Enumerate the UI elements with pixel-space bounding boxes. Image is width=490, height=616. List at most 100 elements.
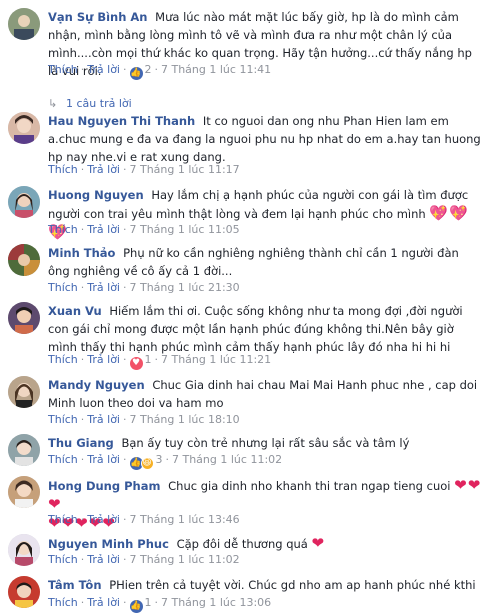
separator: · (154, 63, 159, 76)
like-button[interactable]: Thích (48, 413, 78, 426)
reply-button[interactable]: Trả lời (87, 453, 120, 466)
like-button[interactable]: Thích (48, 553, 78, 566)
avatar[interactable] (8, 534, 40, 566)
comment-author[interactable]: Huong Nguyen (48, 188, 144, 202)
separator: · (80, 453, 85, 466)
separator: · (80, 353, 85, 366)
comment-time[interactable]: 7 Tháng 1 lúc 13:06 (161, 596, 271, 609)
reply-button[interactable]: Trả lời (87, 553, 120, 566)
like-button[interactable]: Thích (48, 596, 78, 609)
comment-actions: Thích · Trả lời · 7 Tháng 1 lúc 11:02 (48, 552, 240, 568)
comment-time[interactable]: 7 Tháng 1 lúc 11:02 (172, 453, 282, 466)
comment-text: Cặp đôi dễ thương quá (176, 537, 308, 551)
like-button[interactable]: Thích (48, 513, 78, 526)
reply-button[interactable]: Trả lời (87, 353, 120, 366)
reply-button[interactable]: Trả lời (87, 63, 120, 76)
separator: · (123, 553, 127, 566)
comment-body: Tâm Tôn PHien trên cả tuyệt vời. Chúc gd… (48, 576, 482, 594)
avatar[interactable] (8, 476, 40, 508)
comment-time[interactable]: 7 Tháng 1 lúc 11:17 (130, 163, 240, 176)
like-icon[interactable]: 👍 (129, 67, 143, 80)
reply-button[interactable]: Trả lời (87, 513, 120, 526)
comment-actions: Thích · Trả lời · 7 Tháng 1 lúc 21:30 (48, 280, 240, 296)
reaction-count[interactable]: 1 (145, 596, 152, 609)
like-button[interactable]: Thích (48, 281, 78, 294)
separator: · (80, 413, 85, 426)
separator: · (80, 596, 85, 609)
avatar[interactable] (8, 576, 40, 608)
comment-text: Hiếm lắm thi ơi. Cuộc sống không như ta … (48, 304, 463, 354)
reaction-count[interactable]: 3 (156, 453, 163, 466)
comment-actions: Thích · Trả lời · 👍 1 · 7 Tháng 1 lúc 13:06 (48, 595, 271, 613)
comment-time[interactable]: 7 Tháng 1 lúc 11:02 (130, 553, 240, 566)
comment-actions: Thích · Trả lời · 7 Tháng 1 lúc 18:10 (48, 412, 240, 428)
comment-author[interactable]: Nguyen Minh Phuc (48, 537, 169, 551)
like-button[interactable]: Thích (48, 63, 78, 76)
comment-time[interactable]: 7 Tháng 1 lúc 18:10 (130, 413, 240, 426)
comment-text: Chuc gia dinh nho khanh thi tran ngap ti… (168, 479, 451, 493)
reply-arrow-icon: ↳ (48, 97, 58, 110)
haha-icon[interactable]: 😆 (140, 457, 154, 470)
reply-button[interactable]: Trả lời (87, 163, 120, 176)
comment-author[interactable]: Tâm Tôn (48, 578, 102, 592)
replies-label[interactable]: 1 câu trả lời (66, 97, 132, 110)
comment-actions: Thích · Trả lời · 7 Tháng 1 lúc 13:46 (48, 512, 240, 528)
comment-body: Thu Giang Bạn ấy tuy còn trẻ nhưng lại r… (48, 434, 482, 452)
separator: · (80, 163, 85, 176)
comment-author[interactable]: Hau Nguyen Thi Thanh (48, 114, 195, 128)
like-button[interactable]: Thích (48, 163, 78, 176)
comment-list: Vạn Sự Bình An Mưa lúc nào mát mặt lúc b… (0, 0, 490, 616)
reply-button[interactable]: Trả lời (87, 281, 120, 294)
avatar[interactable] (8, 8, 40, 40)
comment-author[interactable]: Mandy Nguyen (48, 378, 145, 392)
like-button[interactable]: Thích (48, 223, 78, 236)
separator: · (80, 513, 85, 526)
comment-text: Bạn ấy tuy còn trẻ nhưng lại rất sâu sắc… (121, 436, 410, 450)
separator: · (123, 63, 127, 76)
comment-author[interactable]: Thu Giang (48, 436, 114, 450)
avatar[interactable] (8, 434, 40, 466)
separator: · (80, 553, 85, 566)
like-button[interactable]: Thích (48, 353, 78, 366)
separator: · (123, 596, 127, 609)
separator: · (123, 163, 127, 176)
comment-body: Minh Thảo Phụ nữ ko cần nghiêng nghiêng … (48, 244, 482, 280)
comment-author[interactable]: Xuan Vu (48, 304, 102, 318)
comment-author[interactable]: Hong Dung Pham (48, 479, 160, 493)
comment-actions: Thích · Trả lời · ♥ 1 · 7 Tháng 1 lúc 11:21 (48, 352, 271, 370)
separator: · (80, 63, 85, 76)
avatar[interactable] (8, 112, 40, 144)
comment-body: Hau Nguyen Thi Thanh It co nguoi dan ong… (48, 112, 482, 166)
avatar[interactable] (8, 244, 40, 276)
separator: · (123, 223, 127, 236)
comment-time[interactable]: 7 Tháng 1 lúc 11:05 (130, 223, 240, 236)
comment-time[interactable]: 7 Tháng 1 lúc 13:46 (130, 513, 240, 526)
separator: · (123, 281, 127, 294)
comment-body: Xuan Vu Hiếm lắm thi ơi. Cuộc sống không… (48, 302, 482, 356)
avatar[interactable] (8, 376, 40, 408)
reaction-count[interactable]: 2 (145, 63, 152, 76)
separator: · (123, 453, 127, 466)
avatar[interactable] (8, 186, 40, 218)
love-icon[interactable]: ♥ (129, 357, 143, 370)
reply-button[interactable]: Trả lời (87, 596, 120, 609)
reply-button[interactable]: Trả lời (87, 413, 120, 426)
heart-emojis: ❤ (311, 534, 326, 552)
like-icon[interactable]: 👍 (129, 600, 143, 613)
reply-button[interactable]: Trả lời (87, 223, 120, 236)
comment-time[interactable]: 7 Tháng 1 lúc 11:41 (161, 63, 271, 76)
comment-actions: Thích · Trả lời · 7 Tháng 1 lúc 11:17 (48, 162, 240, 178)
reaction-count[interactable]: 1 (145, 353, 152, 366)
separator: · (80, 223, 85, 236)
avatar[interactable] (8, 302, 40, 334)
comment-author[interactable]: Vạn Sự Bình An (48, 10, 148, 24)
like-button[interactable]: Thích (48, 453, 78, 466)
comment-author[interactable]: Minh Thảo (48, 246, 115, 260)
comment-body: Mandy Nguyen Chuc Gia dinh hai chau Mai … (48, 376, 482, 412)
comment-time[interactable]: 7 Tháng 1 lúc 11:21 (161, 353, 271, 366)
view-replies-link[interactable]: ↳ 1 câu trả lời (48, 96, 132, 112)
comment-time[interactable]: 7 Tháng 1 lúc 21:30 (130, 281, 240, 294)
separator: · (154, 353, 159, 366)
comment-actions: Thích · Trả lời · 7 Tháng 1 lúc 11:05 (48, 222, 240, 238)
comment-actions: Thích · Trả lời · 👍😆 3 · 7 Tháng 1 lúc 11:02 (48, 452, 282, 470)
